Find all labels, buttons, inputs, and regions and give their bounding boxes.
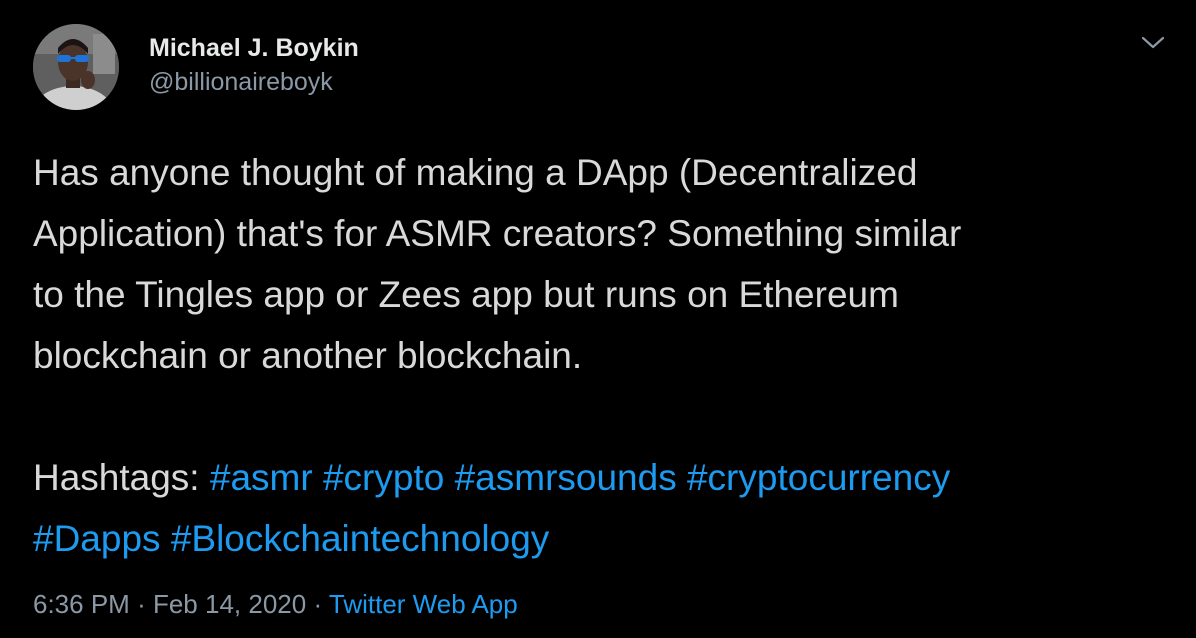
author-block: Michael J. Boykin @billionaireboyk	[149, 33, 359, 97]
hashtag-link[interactable]: #cryptocurrency	[687, 457, 950, 498]
tweet-line: blockchain or another blockchain.	[33, 335, 583, 376]
hashtags-label: Hashtags:	[33, 457, 200, 498]
more-options-button[interactable]	[1140, 34, 1166, 52]
author-handle[interactable]: @billionaireboyk	[149, 67, 359, 97]
meta-separator: ·	[313, 589, 323, 619]
paragraph-break	[33, 386, 1173, 447]
hashtag-link[interactable]: #asmrsounds	[455, 457, 677, 498]
chevron-down-icon	[1141, 36, 1165, 49]
meta-separator: ·	[137, 589, 146, 619]
hashtag-link[interactable]: #Dapps	[33, 518, 161, 559]
hashtag-link[interactable]: #Blockchaintechnology	[171, 518, 549, 559]
avatar[interactable]	[33, 24, 119, 110]
tweet-source-link[interactable]: Twitter Web App	[329, 589, 518, 619]
hashtags-line: Hashtags: #asmr #crypto #asmrsounds #cry…	[33, 447, 1173, 508]
tweet-text: Has anyone thought of making a DApp (Dec…	[33, 142, 1173, 569]
tweet-line: Application) that's for ASMR creators? S…	[33, 213, 962, 254]
tweet-metadata: 6:36 PM · Feb 14, 2020 · Twitter Web App	[33, 586, 518, 622]
tweet-line: to the Tingles app or Zees app but runs …	[33, 274, 899, 315]
author-display-name[interactable]: Michael J. Boykin	[149, 33, 359, 63]
tweet-date[interactable]: Feb 14, 2020	[153, 589, 306, 619]
tweet-card: Michael J. Boykin @billionaireboyk Has a…	[0, 0, 1196, 638]
hashtag-link[interactable]: #asmr	[210, 457, 313, 498]
hashtags-line: #Dapps #Blockchaintechnology	[33, 508, 1173, 569]
hashtag-link[interactable]: #crypto	[323, 457, 444, 498]
user-avatar-photo-icon	[33, 24, 119, 110]
tweet-time[interactable]: 6:36 PM	[33, 589, 130, 619]
tweet-line: Has anyone thought of making a DApp (Dec…	[33, 152, 918, 193]
